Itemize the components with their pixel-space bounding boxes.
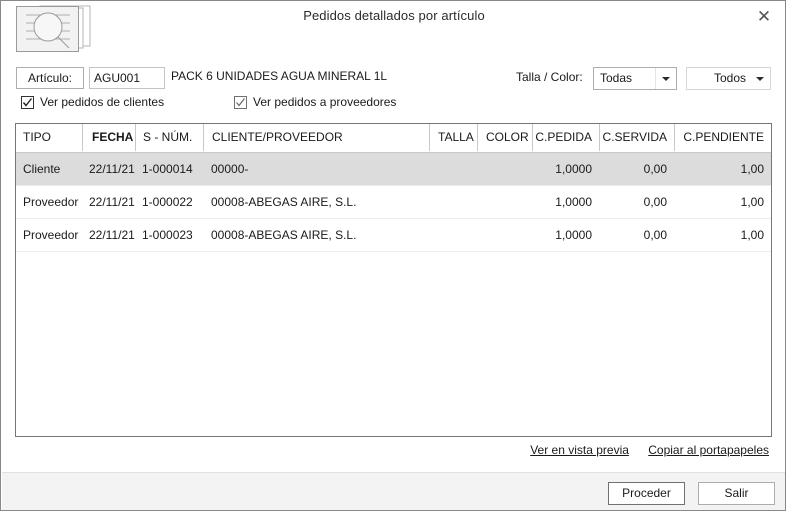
- grid-header-talla[interactable]: TALLA: [429, 124, 477, 151]
- dialog-window: Pedidos detallados por artículo ✕ Artícu…: [0, 0, 786, 511]
- checkbox-suppliers-box: [234, 96, 247, 109]
- cell-cpedida: 1,0000: [555, 162, 592, 176]
- cell-tipo: Proveedor: [23, 228, 79, 242]
- article-description: PACK 6 UNIDADES AGUA MINERAL 1L: [171, 69, 388, 83]
- cell-talla: [429, 186, 477, 218]
- checkbox-clients-box: [21, 96, 34, 109]
- grid-header-color[interactable]: COLOR: [477, 124, 532, 151]
- footer-bar: Proceder Salir: [2, 472, 785, 510]
- grid-header-snum[interactable]: S - NÚM.: [135, 124, 203, 151]
- grid-header-fecha[interactable]: FECHA: [82, 124, 135, 151]
- exit-button[interactable]: Salir: [698, 482, 775, 505]
- color-dropdown[interactable]: Todos: [686, 67, 771, 90]
- copy-clipboard-link[interactable]: Copiar al portapapeles: [648, 443, 769, 457]
- preview-link[interactable]: Ver en vista previa: [530, 443, 629, 457]
- cell-talla: [429, 219, 477, 251]
- cell-talla: [429, 153, 477, 185]
- cell-cservida: 0,00: [643, 228, 667, 242]
- cell-cpendiente: 1,00: [740, 162, 764, 176]
- article-input[interactable]: [89, 67, 165, 89]
- grid-header-cpendiente[interactable]: C.PENDIENTE: [674, 124, 771, 151]
- cell-cservida: 0,00: [643, 162, 667, 176]
- grid-empty-area: [16, 252, 771, 432]
- cell-tipo: Cliente: [23, 162, 61, 176]
- cell-fecha: 22/11/21: [89, 228, 135, 242]
- checkbox-suppliers-label: Ver pedidos a proveedores: [253, 95, 397, 109]
- proceed-button[interactable]: Proceder: [608, 482, 685, 505]
- cell-snum: 1-000023: [142, 228, 193, 242]
- cell-cpedida: 1,0000: [555, 228, 592, 242]
- article-label: Artículo:: [16, 67, 84, 89]
- size-color-label: Talla / Color:: [516, 70, 583, 84]
- chevron-down-icon: [655, 68, 676, 89]
- cell-tipo: Proveedor: [23, 195, 79, 209]
- cell-cliente: 00008-ABEGAS AIRE, S.L.: [211, 195, 357, 209]
- color-dropdown-value: Todos: [713, 71, 746, 85]
- title-bar: Pedidos detallados por artículo ✕: [1, 1, 785, 53]
- close-icon[interactable]: ✕: [749, 4, 779, 30]
- orders-grid: TIPO FECHA S - NÚM. CLIENTE/PROVEEDOR TA…: [15, 123, 772, 437]
- cell-cpedida: 1,0000: [555, 195, 592, 209]
- cell-fecha: 22/11/21: [89, 195, 135, 209]
- table-row[interactable]: Proveedor 22/11/21 1-000023 00008-ABEGAS…: [16, 219, 771, 252]
- grid-header-tipo[interactable]: TIPO: [16, 124, 82, 151]
- cell-cliente: 00008-ABEGAS AIRE, S.L.: [211, 228, 357, 242]
- grid-header-cliente[interactable]: CLIENTE/PROVEEDOR: [203, 124, 429, 151]
- cell-fecha: 22/11/21: [89, 162, 135, 176]
- table-row[interactable]: Proveedor 22/11/21 1-000022 00008-ABEGAS…: [16, 186, 771, 219]
- cell-cservida: 0,00: [643, 195, 667, 209]
- cell-cliente: 00000-: [211, 162, 249, 176]
- checkbox-clients-label: Ver pedidos de clientes: [40, 95, 165, 109]
- grid-header-cpedida[interactable]: C.PEDIDA: [532, 124, 599, 151]
- cell-color: [477, 153, 532, 185]
- cell-color: [477, 186, 532, 218]
- cell-snum: 1-000022: [142, 195, 193, 209]
- cell-cpendiente: 1,00: [740, 228, 764, 242]
- cell-snum: 1-000014: [142, 162, 193, 176]
- grid-action-links: Ver en vista previa Copiar al portapapel…: [514, 443, 769, 457]
- window-title: Pedidos detallados por artículo: [303, 8, 485, 23]
- grid-header-row: TIPO FECHA S - NÚM. CLIENTE/PROVEEDOR TA…: [16, 124, 771, 153]
- size-dropdown[interactable]: Todas: [593, 67, 677, 90]
- table-row[interactable]: Cliente 22/11/21 1-000014 00000- 1,0000 …: [16, 153, 771, 186]
- chevron-down-icon: [750, 68, 770, 89]
- grid-header-cservida[interactable]: C.SERVIDA: [599, 124, 674, 151]
- cell-cpendiente: 1,00: [740, 195, 764, 209]
- cell-color: [477, 219, 532, 251]
- size-dropdown-value: Todas: [600, 71, 633, 85]
